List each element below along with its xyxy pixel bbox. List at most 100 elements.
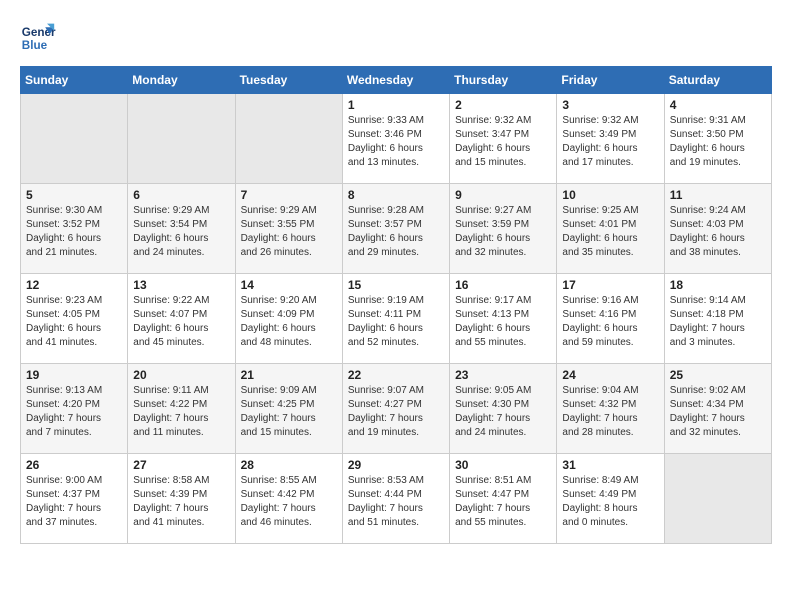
day-info: Sunrise: 9:14 AM Sunset: 4:18 PM Dayligh… <box>670 294 766 350</box>
day-number: 22 <box>348 368 444 382</box>
day-number: 11 <box>670 188 766 202</box>
day-number: 17 <box>562 278 658 292</box>
day-number: 3 <box>562 98 658 112</box>
calendar-cell: 9 Sunrise: 9:27 AM Sunset: 3:59 PM Daylig… <box>450 184 557 274</box>
calendar-cell: 15 Sunrise: 9:19 AM Sunset: 4:11 PM Dayli… <box>342 274 449 364</box>
calendar-cell <box>235 94 342 184</box>
day-info: Sunrise: 9:00 AM Sunset: 4:37 PM Dayligh… <box>26 474 122 530</box>
calendar-cell <box>664 454 771 544</box>
day-number: 10 <box>562 188 658 202</box>
calendar-cell: 25Sunrise: 9:02 AM Sunset: 4:34 PM Dayli… <box>664 364 771 454</box>
day-info: Sunrise: 9:33 AM Sunset: 3:46 PM Dayligh… <box>348 114 444 170</box>
calendar-cell: 26 Sunrise: 9:00 AM Sunset: 4:37 PM Dayli… <box>21 454 128 544</box>
day-number: 9 <box>455 188 551 202</box>
calendar-cell: 3 Sunrise: 9:32 AM Sunset: 3:49 PM Daylig… <box>557 94 664 184</box>
day-info: Sunrise: 9:32 AM Sunset: 3:47 PM Dayligh… <box>455 114 551 170</box>
calendar-cell: 2 Sunrise: 9:32 AM Sunset: 3:47 PM Daylig… <box>450 94 557 184</box>
day-info: Sunrise: 9:32 AM Sunset: 3:49 PM Dayligh… <box>562 114 658 170</box>
calendar-cell: 31Sunrise: 8:49 AM Sunset: 4:49 PM Dayli… <box>557 454 664 544</box>
calendar-cell: 28 Sunrise: 8:55 AM Sunset: 4:42 PM Dayli… <box>235 454 342 544</box>
weekday-header-saturday: Saturday <box>664 67 771 94</box>
calendar-table: SundayMondayTuesdayWednesdayThursdayFrid… <box>20 66 772 544</box>
day-number: 25 <box>670 368 766 382</box>
calendar-cell: 4 Sunrise: 9:31 AM Sunset: 3:50 PM Daylig… <box>664 94 771 184</box>
day-number: 18 <box>670 278 766 292</box>
day-info: Sunrise: 9:09 AM Sunset: 4:25 PM Dayligh… <box>241 384 337 440</box>
calendar-cell: 16 Sunrise: 9:17 AM Sunset: 4:13 PM Dayli… <box>450 274 557 364</box>
day-number: 2 <box>455 98 551 112</box>
day-number: 1 <box>348 98 444 112</box>
day-info: Sunrise: 9:27 AM Sunset: 3:59 PM Dayligh… <box>455 204 551 260</box>
day-info: Sunrise: 8:53 AM Sunset: 4:44 PM Dayligh… <box>348 474 444 530</box>
day-info: Sunrise: 9:24 AM Sunset: 4:03 PM Dayligh… <box>670 204 766 260</box>
day-number: 20 <box>133 368 229 382</box>
day-info: Sunrise: 9:11 AM Sunset: 4:22 PM Dayligh… <box>133 384 229 440</box>
day-info: Sunrise: 9:17 AM Sunset: 4:13 PM Dayligh… <box>455 294 551 350</box>
calendar-cell: 5 Sunrise: 9:30 AM Sunset: 3:52 PM Daylig… <box>21 184 128 274</box>
day-info: Sunrise: 9:31 AM Sunset: 3:50 PM Dayligh… <box>670 114 766 170</box>
day-number: 13 <box>133 278 229 292</box>
calendar-cell: 21 Sunrise: 9:09 AM Sunset: 4:25 PM Dayli… <box>235 364 342 454</box>
calendar-cell: 20 Sunrise: 9:11 AM Sunset: 4:22 PM Dayli… <box>128 364 235 454</box>
day-number: 30 <box>455 458 551 472</box>
calendar-week-1: 1 Sunrise: 9:33 AM Sunset: 3:46 PM Daylig… <box>21 94 772 184</box>
day-info: Sunrise: 9:20 AM Sunset: 4:09 PM Dayligh… <box>241 294 337 350</box>
day-info: Sunrise: 9:28 AM Sunset: 3:57 PM Dayligh… <box>348 204 444 260</box>
day-info: Sunrise: 9:04 AM Sunset: 4:32 PM Dayligh… <box>562 384 658 440</box>
calendar-cell: 11 Sunrise: 9:24 AM Sunset: 4:03 PM Dayli… <box>664 184 771 274</box>
calendar-cell: 10 Sunrise: 9:25 AM Sunset: 4:01 PM Dayli… <box>557 184 664 274</box>
calendar-cell: 29 Sunrise: 8:53 AM Sunset: 4:44 PM Dayli… <box>342 454 449 544</box>
calendar-cell: 14 Sunrise: 9:20 AM Sunset: 4:09 PM Dayli… <box>235 274 342 364</box>
day-number: 4 <box>670 98 766 112</box>
day-number: 23 <box>455 368 551 382</box>
calendar-cell: 1 Sunrise: 9:33 AM Sunset: 3:46 PM Daylig… <box>342 94 449 184</box>
day-number: 16 <box>455 278 551 292</box>
day-info: Sunrise: 9:30 AM Sunset: 3:52 PM Dayligh… <box>26 204 122 260</box>
calendar-cell <box>21 94 128 184</box>
day-number: 15 <box>348 278 444 292</box>
weekday-header-sunday: Sunday <box>21 67 128 94</box>
day-info: Sunrise: 9:29 AM Sunset: 3:55 PM Dayligh… <box>241 204 337 260</box>
weekday-header-friday: Friday <box>557 67 664 94</box>
day-number: 14 <box>241 278 337 292</box>
calendar-cell: 17 Sunrise: 9:16 AM Sunset: 4:16 PM Dayli… <box>557 274 664 364</box>
day-number: 28 <box>241 458 337 472</box>
calendar-cell: 6 Sunrise: 9:29 AM Sunset: 3:54 PM Daylig… <box>128 184 235 274</box>
day-info: Sunrise: 9:22 AM Sunset: 4:07 PM Dayligh… <box>133 294 229 350</box>
day-info: Sunrise: 9:25 AM Sunset: 4:01 PM Dayligh… <box>562 204 658 260</box>
day-number: 19 <box>26 368 122 382</box>
day-info: Sunrise: 9:07 AM Sunset: 4:27 PM Dayligh… <box>348 384 444 440</box>
day-number: 6 <box>133 188 229 202</box>
calendar-cell: 30Sunrise: 8:51 AM Sunset: 4:47 PM Dayli… <box>450 454 557 544</box>
calendar-week-5: 26 Sunrise: 9:00 AM Sunset: 4:37 PM Dayli… <box>21 454 772 544</box>
weekday-header-thursday: Thursday <box>450 67 557 94</box>
weekday-header-wednesday: Wednesday <box>342 67 449 94</box>
day-number: 27 <box>133 458 229 472</box>
weekday-header-monday: Monday <box>128 67 235 94</box>
day-number: 26 <box>26 458 122 472</box>
calendar-cell: 19 Sunrise: 9:13 AM Sunset: 4:20 PM Dayli… <box>21 364 128 454</box>
day-info: Sunrise: 9:05 AM Sunset: 4:30 PM Dayligh… <box>455 384 551 440</box>
day-info: Sunrise: 9:13 AM Sunset: 4:20 PM Dayligh… <box>26 384 122 440</box>
weekday-header-tuesday: Tuesday <box>235 67 342 94</box>
calendar-cell: 23 Sunrise: 9:05 AM Sunset: 4:30 PM Dayli… <box>450 364 557 454</box>
calendar-cell: 22 Sunrise: 9:07 AM Sunset: 4:27 PM Dayli… <box>342 364 449 454</box>
day-info: Sunrise: 9:16 AM Sunset: 4:16 PM Dayligh… <box>562 294 658 350</box>
day-number: 8 <box>348 188 444 202</box>
day-number: 5 <box>26 188 122 202</box>
logo: General Blue <box>20 20 56 56</box>
day-info: Sunrise: 9:19 AM Sunset: 4:11 PM Dayligh… <box>348 294 444 350</box>
calendar-cell: 7Sunrise: 9:29 AM Sunset: 3:55 PM Daylig… <box>235 184 342 274</box>
day-info: Sunrise: 9:23 AM Sunset: 4:05 PM Dayligh… <box>26 294 122 350</box>
day-number: 21 <box>241 368 337 382</box>
svg-text:Blue: Blue <box>22 39 48 52</box>
logo-icon: General Blue <box>20 20 56 56</box>
day-number: 29 <box>348 458 444 472</box>
calendar-cell: 18 Sunrise: 9:14 AM Sunset: 4:18 PM Dayli… <box>664 274 771 364</box>
day-info: Sunrise: 8:55 AM Sunset: 4:42 PM Dayligh… <box>241 474 337 530</box>
calendar-cell: 12 Sunrise: 9:23 AM Sunset: 4:05 PM Dayli… <box>21 274 128 364</box>
calendar-cell: 8 Sunrise: 9:28 AM Sunset: 3:57 PM Daylig… <box>342 184 449 274</box>
day-info: Sunrise: 9:29 AM Sunset: 3:54 PM Dayligh… <box>133 204 229 260</box>
day-number: 12 <box>26 278 122 292</box>
calendar-cell: 24Sunrise: 9:04 AM Sunset: 4:32 PM Dayli… <box>557 364 664 454</box>
